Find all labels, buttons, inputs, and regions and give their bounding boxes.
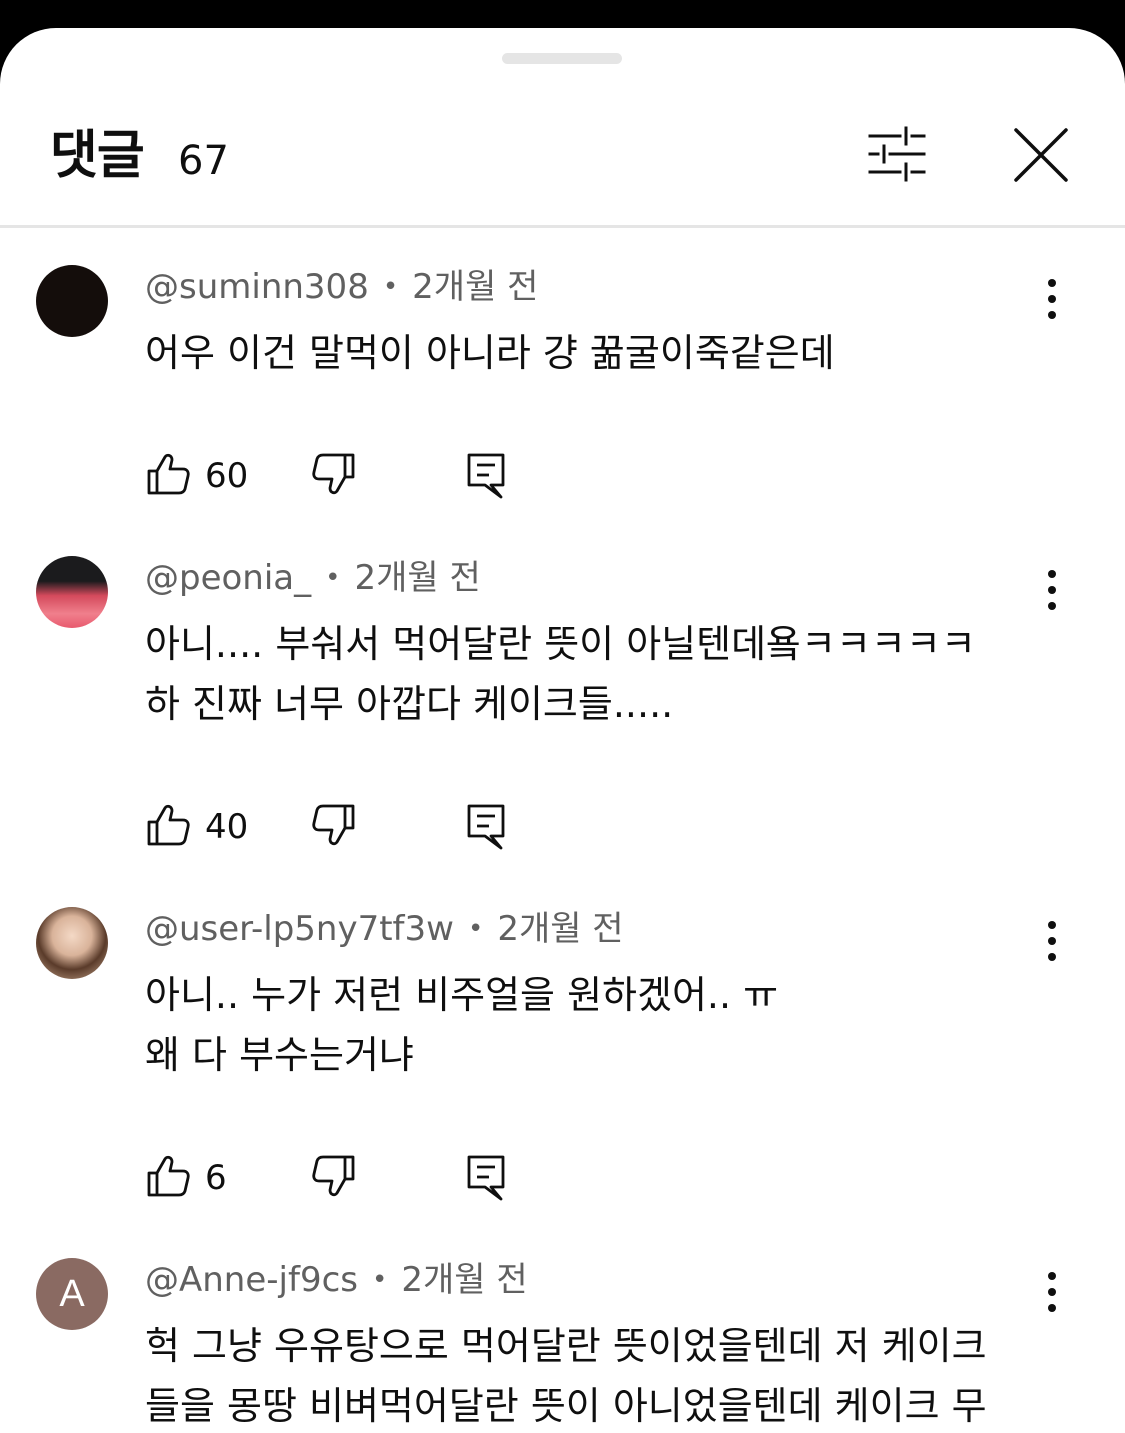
close-button[interactable] [1008, 122, 1074, 188]
comment-text: 헉 그냥 우유탕으로 먹어달란 뜻이었을텐데 저 케이크 들을 몽땅 비벼먹어달… [145, 1324, 987, 1428]
comment-actions: 40 [145, 802, 745, 852]
thumb-down-icon [312, 804, 355, 846]
meta-separator: • [382, 272, 399, 302]
comment-time: 2개월 전 [497, 909, 624, 949]
thumb-up-icon [147, 1155, 190, 1197]
comment-text: 아니.. 누가 저런 비주얼을 원하겠어.. ㅠ 왜 다 부수는거냐 [145, 973, 779, 1077]
comment-item: @peonia_ • 2개월 전 아니.... 부숴서 먹어달란 뜻이 아닐텐데욬ㅋ… [0, 556, 1125, 876]
comment-item: @user-lp5ny7tf3w • 2개월 전 아니.. 누가 저런 비주얼을 원… [0, 907, 1125, 1227]
reply-button[interactable] [463, 802, 513, 852]
comment-author[interactable]: @suminn308 [145, 267, 369, 307]
comment-author[interactable]: @user-lp5ny7tf3w [145, 909, 454, 949]
more-options-button[interactable] [1030, 919, 1074, 963]
meta-separator: • [372, 1265, 388, 1295]
more-vert-icon [1048, 570, 1056, 610]
dislike-button[interactable] [311, 1153, 361, 1203]
comments-sheet: 댓글 67 @suminn308 • 2개월 전 어우 이건 말먹이 아니라 걍… [0, 28, 1125, 1433]
reply-icon [467, 453, 505, 499]
reply-icon [467, 1155, 505, 1201]
thumb-down-icon [312, 1155, 355, 1197]
comment-time: 2개월 전 [354, 558, 481, 598]
avatar[interactable] [36, 265, 108, 337]
comment-meta: @suminn308 • 2개월 전 [145, 267, 538, 307]
comment-meta: @peonia_ • 2개월 전 [145, 558, 481, 598]
comment-item: A @Anne-jf9cs • 2개월 전 헉 그냥 우유탕으로 먹어달란 뜻이었을… [0, 1258, 1125, 1433]
comment-meta: @Anne-jf9cs • 2개월 전 [145, 1260, 528, 1300]
comments-count: 67 [178, 138, 229, 184]
thumb-up-icon [147, 453, 190, 495]
comment-text: 어우 이건 말먹이 아니라 걍 꿂굴이죽같은데 [145, 331, 835, 375]
like-count: 6 [205, 1158, 227, 1198]
avatar[interactable] [36, 556, 108, 628]
dislike-button[interactable] [311, 451, 361, 501]
reply-button[interactable] [463, 1153, 513, 1203]
drag-handle[interactable] [502, 53, 622, 64]
reply-button[interactable] [463, 451, 513, 501]
like-button[interactable]: 6 [145, 1153, 285, 1203]
like-button[interactable]: 40 [145, 802, 285, 852]
comments-title: 댓글 [50, 126, 145, 186]
comments-header: 댓글 67 [0, 100, 1125, 226]
comment-text: 아니.... 부숴서 먹어달란 뜻이 아닐텐데욬ㅋㅋㅋㅋㅋ 하 진짜 너무 아깝… [145, 622, 976, 726]
reply-icon [467, 804, 505, 850]
more-vert-icon [1048, 921, 1056, 961]
meta-separator: • [467, 914, 484, 944]
header-divider [0, 225, 1125, 228]
meta-separator: • [325, 563, 341, 593]
comment-actions: 60 [145, 451, 745, 501]
dislike-button[interactable] [311, 802, 361, 852]
comment-time: 2개월 전 [401, 1260, 528, 1300]
thumb-up-icon [147, 804, 190, 846]
sort-filter-icon [868, 126, 926, 182]
comment-author[interactable]: @peonia_ [145, 558, 311, 598]
more-vert-icon [1048, 1272, 1056, 1312]
more-options-button[interactable] [1030, 277, 1074, 321]
thumb-down-icon [312, 453, 355, 495]
like-button[interactable]: 60 [145, 451, 285, 501]
avatar[interactable]: A [36, 1258, 108, 1330]
comment-meta: @user-lp5ny7tf3w • 2개월 전 [145, 909, 624, 949]
close-icon [1014, 128, 1068, 182]
more-vert-icon [1048, 279, 1056, 319]
more-options-button[interactable] [1030, 1270, 1074, 1314]
comment-item: @suminn308 • 2개월 전 어우 이건 말먹이 아니라 걍 꿂굴이죽같은데… [0, 265, 1125, 525]
more-options-button[interactable] [1030, 568, 1074, 612]
comment-author[interactable]: @Anne-jf9cs [145, 1260, 358, 1300]
comment-actions: 6 [145, 1153, 745, 1203]
sort-filter-button[interactable] [862, 124, 932, 184]
like-count: 60 [205, 456, 249, 496]
avatar[interactable] [36, 907, 108, 979]
like-count: 40 [205, 807, 249, 847]
comment-time: 2개월 전 [412, 267, 539, 307]
